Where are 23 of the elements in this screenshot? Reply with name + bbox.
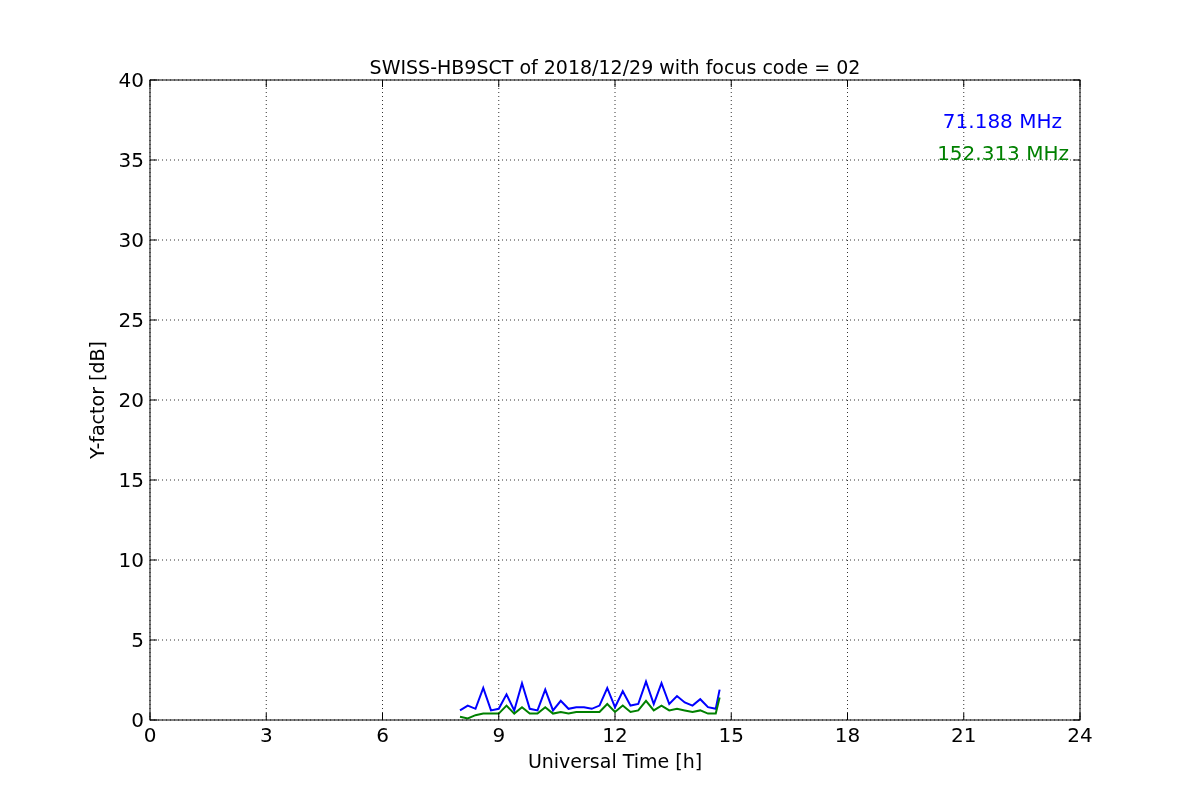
x-tick-label: 24 bbox=[1067, 723, 1093, 747]
legend-label: 71.188 MHz bbox=[942, 109, 1062, 133]
x-axis-label: Universal Time [h] bbox=[527, 750, 703, 772]
x-tick-label: 21 bbox=[951, 723, 977, 747]
x-tick-label: 15 bbox=[718, 723, 744, 747]
y-tick-label: 5 bbox=[131, 628, 144, 652]
y-tick-label: 40 bbox=[118, 68, 144, 92]
y-tick-label: 10 bbox=[118, 548, 144, 572]
x-tick-label: 9 bbox=[492, 723, 506, 747]
y-tick-label: 20 bbox=[118, 388, 144, 412]
x-tick-label: 6 bbox=[376, 723, 389, 747]
y-tick-label: 25 bbox=[118, 308, 144, 332]
y-tick-label: 0 bbox=[131, 708, 144, 732]
legend-label: 152.313 MHz bbox=[937, 141, 1069, 165]
x-tick-label: 12 bbox=[602, 723, 628, 747]
x-tick-label: 3 bbox=[259, 723, 273, 747]
y-tick-label: 30 bbox=[118, 228, 144, 252]
y-axis-label: Y-factor [dB] bbox=[86, 341, 108, 459]
x-tick-label: 0 bbox=[143, 723, 157, 747]
y-tick-label: 15 bbox=[118, 468, 144, 492]
chart-title: SWISS-HB9SCT of 2018/12/29 with focus code = 02 bbox=[369, 56, 861, 78]
y-tick-label: 35 bbox=[118, 148, 144, 172]
x-tick-label: 18 bbox=[834, 723, 861, 747]
